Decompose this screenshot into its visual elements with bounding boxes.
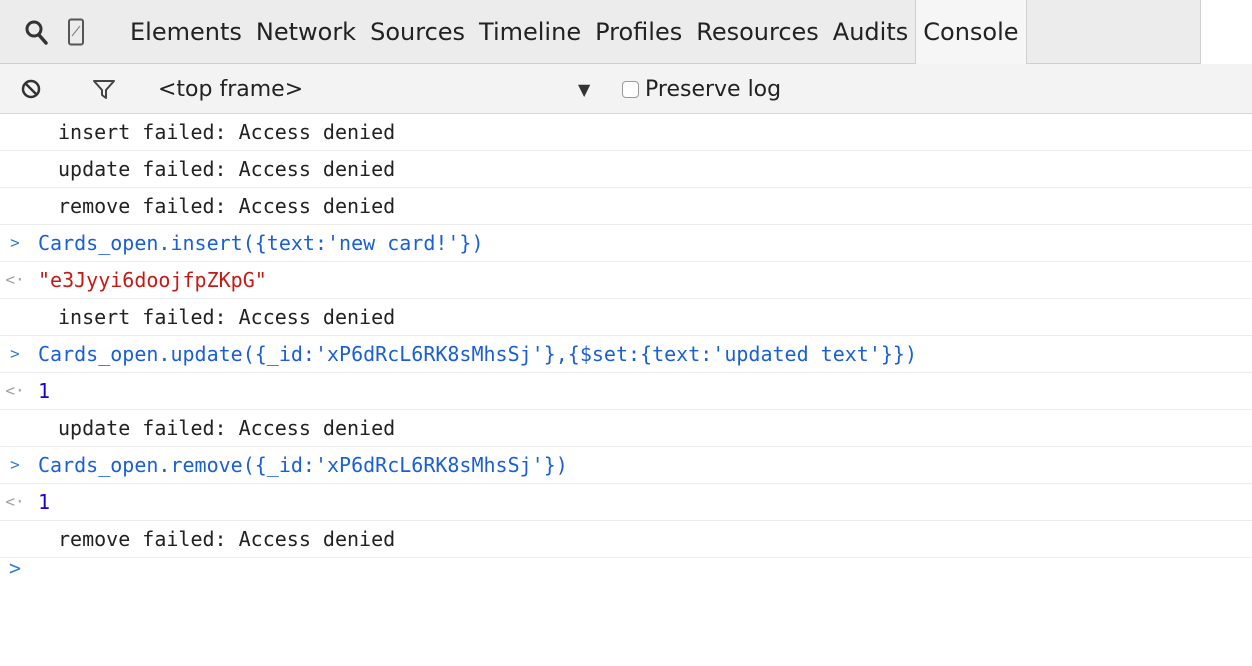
console-result: <· 1	[0, 484, 1252, 521]
console-command: > Cards_open.remove({_id:'xP6dRcL6RK8sMh…	[0, 447, 1252, 484]
console-message-text: update failed: Access denied	[58, 416, 396, 440]
console-message: remove failed: Access denied	[0, 521, 1252, 558]
devtools-tab-bar: Elements Network Sources Timeline Profil…	[0, 0, 1252, 64]
tab-resources[interactable]: Resources	[689, 0, 826, 64]
tab-strip: Elements Network Sources Timeline Profil…	[0, 0, 1200, 64]
filter-icon[interactable]	[92, 64, 116, 114]
tab-audits[interactable]: Audits	[826, 0, 915, 64]
console-toolbar: <top frame> ▼ Preserve log	[0, 64, 1252, 114]
tab-console[interactable]: Console	[915, 0, 1027, 64]
console-result-text: "e3Jyyi6doojfpZKpG"	[38, 268, 267, 292]
console-result-text: 1	[38, 490, 51, 514]
console-command-text: Cards_open.insert({text:'new card!'})	[38, 231, 484, 255]
console-result-text: 1	[38, 379, 51, 403]
tab-network[interactable]: Network	[249, 0, 363, 64]
input-chevron-icon: >	[10, 233, 20, 252]
frame-selector-label: <top frame>	[158, 76, 304, 102]
console-message-text: insert failed: Access denied	[58, 120, 396, 144]
console-prompt[interactable]: >	[0, 558, 1252, 579]
preserve-log-label: Preserve log	[645, 76, 782, 102]
console-message-text: remove failed: Access denied	[58, 194, 396, 218]
result-chevron-icon: <·	[5, 270, 25, 289]
input-chevron-icon: >	[10, 455, 20, 474]
console-message: insert failed: Access denied	[0, 299, 1252, 336]
frame-selector[interactable]: <top frame>	[158, 64, 303, 114]
device-mode-icon[interactable]	[56, 0, 96, 64]
console-result: <· 1	[0, 373, 1252, 410]
console-message: update failed: Access denied	[0, 410, 1252, 447]
preserve-log-toggle[interactable]: Preserve log	[622, 64, 781, 114]
console-message: update failed: Access denied	[0, 151, 1252, 188]
frame-dropdown-arrow-icon[interactable]: ▼	[578, 64, 590, 114]
tab-profiles[interactable]: Profiles	[588, 0, 689, 64]
console-command: > Cards_open.update({_id:'xP6dRcL6RK8sMh…	[0, 336, 1252, 373]
console-command: > Cards_open.insert({text:'new card!'})	[0, 225, 1252, 262]
console-result: <· "e3Jyyi6doojfpZKpG"	[0, 262, 1252, 299]
console-output: insert failed: Access denied update fail…	[0, 114, 1252, 579]
console-command-text: Cards_open.remove({_id:'xP6dRcL6RK8sMhsS…	[38, 453, 568, 477]
console-message-text: update failed: Access denied	[58, 157, 396, 181]
result-chevron-icon: <·	[5, 492, 25, 511]
tab-sources[interactable]: Sources	[363, 0, 472, 64]
console-message: remove failed: Access denied	[0, 188, 1252, 225]
tab-elements[interactable]: Elements	[123, 0, 249, 64]
tab-timeline[interactable]: Timeline	[472, 0, 588, 64]
search-icon[interactable]	[16, 0, 56, 64]
console-message: insert failed: Access denied	[0, 114, 1252, 151]
clear-console-icon[interactable]	[20, 64, 42, 114]
prompt-chevron-icon: >	[8, 556, 22, 580]
console-message-text: remove failed: Access denied	[58, 527, 396, 551]
preserve-log-checkbox[interactable]	[622, 80, 639, 98]
input-chevron-icon: >	[10, 344, 20, 363]
tab-bar-empty-area	[1200, 0, 1252, 64]
result-chevron-icon: <·	[5, 381, 25, 400]
console-command-text: Cards_open.update({_id:'xP6dRcL6RK8sMhsS…	[38, 342, 917, 366]
console-message-text: insert failed: Access denied	[58, 305, 396, 329]
